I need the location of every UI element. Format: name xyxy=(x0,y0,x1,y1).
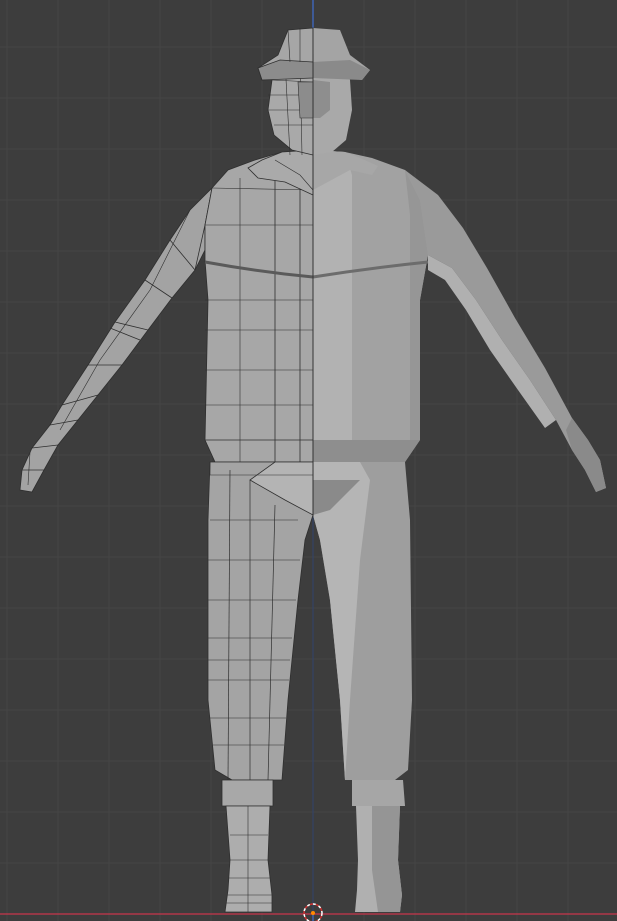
mesh-right-half xyxy=(312,28,606,912)
viewport-canvas[interactable] xyxy=(0,0,617,921)
mesh-left-half xyxy=(19,27,314,913)
character-mesh[interactable] xyxy=(19,27,606,913)
3d-viewport[interactable] xyxy=(0,0,617,921)
